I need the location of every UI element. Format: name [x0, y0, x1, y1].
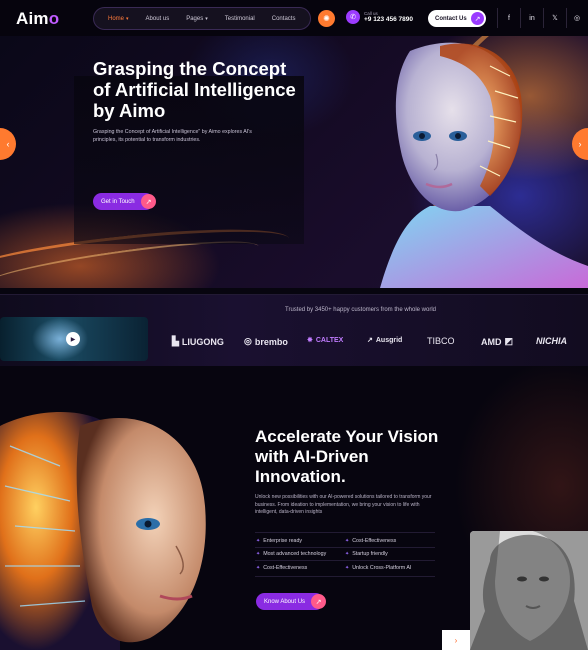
client-logo-text: CALTEX: [315, 336, 344, 344]
nav-label: About us: [145, 15, 170, 22]
nav-label: Contacts: [271, 15, 296, 22]
chevron-down-icon: ▾: [205, 15, 208, 22]
client-logo-tibco: TIBCO: [427, 336, 455, 346]
next-arrow-icon[interactable]: ›: [442, 630, 470, 650]
trusted-text: Trusted by 3450+ happy customers from th…: [285, 307, 437, 313]
accelerate-title: Accelerate Your Vision with AI-Driven In…: [255, 427, 439, 486]
feature-item: ✦ Cost-Effectiveness: [345, 538, 396, 544]
hero-description: Grasping the Concept of Artificial Intel…: [93, 129, 252, 143]
client-logo-liugong: ▙ LIUGONG: [172, 336, 224, 347]
nav-item-contacts[interactable]: Contacts: [272, 16, 296, 22]
client-logo-brembo: ◎ brembo: [244, 336, 288, 347]
check-icon: ✦: [256, 538, 261, 544]
site-header: Aimo Home ▾ About us Pages ▾ Testimonial C…: [0, 0, 588, 36]
feature-label: Unlock Cross-Platform AI: [352, 565, 412, 571]
client-logo-text: LIUGONG: [181, 336, 224, 347]
phone-number: +9 123 456 7890: [364, 16, 413, 23]
contact-us-label: Contact Us: [435, 15, 467, 22]
divider: [255, 560, 435, 561]
chevron-down-icon: ▾: [126, 15, 129, 22]
hero-prev-arrow-icon[interactable]: ‹: [0, 128, 16, 160]
divider: [497, 8, 498, 28]
client-logo-caltex: ✸ CALTEX: [307, 336, 344, 345]
divider: [543, 8, 544, 28]
client-logo-amd: AMD ◩: [481, 336, 513, 347]
facebook-icon[interactable]: f: [501, 10, 517, 26]
get-in-touch-label: Get in Touch: [101, 198, 135, 205]
contact-us-button[interactable]: Contact Us ↗: [428, 10, 486, 27]
check-icon: ✦: [345, 538, 350, 544]
logo[interactable]: Aimo: [16, 9, 59, 29]
feature-label: Startup friendly: [352, 551, 388, 557]
logo-accent: o: [48, 9, 60, 28]
feature-label: Cost-Effectiveness: [352, 538, 397, 544]
client-logo-text: Ausgrid: [375, 336, 403, 344]
call-text: Call us +9 123 456 7890: [364, 11, 413, 23]
check-icon: ✦: [256, 565, 261, 571]
check-icon: ✦: [256, 551, 261, 557]
nav-label: Pages: [186, 15, 204, 22]
feature-item: ✦ Enterprise ready: [256, 538, 302, 544]
divider: [566, 8, 567, 28]
divider: [255, 576, 435, 577]
check-icon: ✦: [345, 565, 350, 571]
robot-head-image: [380, 42, 588, 288]
ausgrid-icon: ↗: [367, 337, 373, 344]
feature-label: Enterprise ready: [263, 538, 303, 544]
arrow-right-icon: ↗: [311, 594, 326, 609]
clients-band: Trusted by 3450+ happy customers from th…: [0, 294, 588, 366]
feature-label: Most advanced technology: [263, 551, 327, 557]
feature-item: ✦ Most advanced technology: [256, 551, 326, 557]
main-nav: Home ▾ About us Pages ▾ Testimonial Contac…: [93, 7, 311, 30]
feature-label: Cost-Effectiveness: [263, 565, 308, 571]
nav-item-testimonial[interactable]: Testimonial: [225, 16, 255, 22]
nav-label: Home: [108, 15, 125, 22]
check-icon: ✦: [345, 551, 350, 557]
nav-item-pages[interactable]: Pages ▾: [186, 16, 208, 22]
x-icon[interactable]: 𝕏: [547, 10, 563, 26]
woman-portrait-image: [470, 531, 588, 650]
nav-item-home[interactable]: Home ▾: [108, 16, 129, 22]
brembo-icon: ◎: [244, 336, 252, 346]
liugong-icon: ▙: [172, 336, 179, 346]
nav-label: Testimonial: [224, 15, 255, 22]
arrow-right-icon: ↗: [471, 12, 484, 25]
divider: [520, 8, 521, 28]
feature-item: ✦ Cost-Effectiveness: [256, 565, 307, 571]
know-about-us-label: Know About Us: [264, 598, 306, 605]
amd-icon: ◩: [504, 336, 514, 346]
feature-item: ✦ Unlock Cross-Platform AI: [345, 565, 411, 571]
hero-title: Grasping the Concept of Artificial Intel…: [93, 58, 296, 121]
phone-icon: ✆: [346, 10, 360, 24]
sun-icon[interactable]: ✺: [318, 10, 335, 27]
client-logo-nichia: NICHIA: [536, 336, 567, 346]
client-logo-text: TIBCO: [427, 336, 455, 346]
logo-text: Aim: [16, 9, 49, 28]
feature-item: ✦ Startup friendly: [345, 551, 388, 557]
client-logo-ausgrid: ↗ Ausgrid: [367, 336, 403, 345]
nav-item-about[interactable]: About us: [146, 16, 170, 22]
get-in-touch-button[interactable]: Get in Touch ↗: [93, 193, 156, 210]
client-logo-text: NICHIA: [536, 336, 567, 346]
client-logo-text: brembo: [254, 336, 288, 347]
call-info[interactable]: ✆ Call us +9 123 456 7890: [346, 10, 413, 24]
client-logo-text: AMD: [481, 336, 502, 347]
know-about-us-button[interactable]: Know About Us ↗: [256, 593, 326, 610]
arrow-right-icon: ↗: [141, 194, 156, 209]
video-thumbnail[interactable]: ▶: [0, 317, 148, 361]
divider: [255, 532, 435, 533]
divider: [255, 547, 435, 548]
play-icon: ▶: [66, 332, 80, 346]
cyborg-face-image: [0, 406, 215, 650]
accelerate-description: Unlock new possibilities with our AI-pow…: [255, 494, 432, 515]
linkedin-icon[interactable]: in: [524, 10, 540, 26]
instagram-icon[interactable]: ◎: [569, 10, 585, 26]
caltex-icon: ✸: [307, 337, 313, 344]
